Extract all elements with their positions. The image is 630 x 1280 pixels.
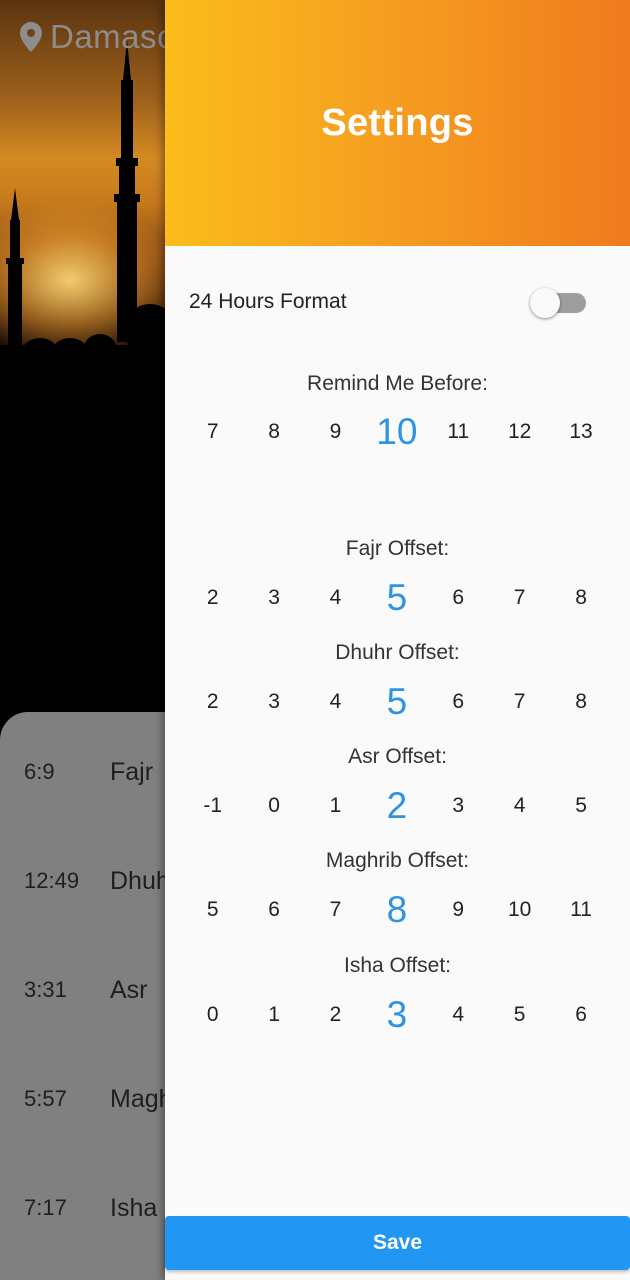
number-picker[interactable]: 0123456	[182, 995, 612, 1035]
picker-label: Asr Offset:	[348, 745, 447, 768]
picker-value[interactable]: 12	[489, 412, 550, 452]
picker-value[interactable]: 6	[243, 890, 304, 930]
number-picker[interactable]: 7 8 9 10 11 12 13	[182, 412, 612, 452]
number-picker[interactable]: -1 0 1 2 3 4 5	[182, 786, 612, 826]
picker-value[interactable]: 4	[305, 578, 366, 618]
mosque-silhouette	[0, 40, 170, 720]
location-pin-icon	[20, 22, 42, 52]
prayer-row-dhuhr: 12:49 Dhuhr	[24, 861, 178, 901]
picker-value[interactable]: -1	[182, 786, 243, 826]
picker-value[interactable]: 9	[305, 412, 366, 452]
prayer-time: 3:31	[24, 977, 67, 1002]
format-label: 24 Hours Format	[189, 290, 347, 313]
save-button[interactable]: Save	[165, 1216, 630, 1270]
picker-value[interactable]: 4	[489, 786, 550, 826]
picker-value[interactable]: 5	[489, 995, 550, 1035]
picker-value[interactable]: 3	[428, 786, 489, 826]
prayer-time: 7:17	[24, 1195, 67, 1220]
picker-value[interactable]: 2	[182, 682, 243, 722]
prayer-row-fajr: 6:9 Fajr	[24, 752, 153, 792]
picker-label: Fajr Offset:	[345, 537, 450, 560]
picker-value[interactable]: 4	[428, 995, 489, 1035]
picker-selected-value[interactable]: 8	[366, 890, 427, 930]
picker-label: Dhuhr Offset:	[335, 641, 460, 664]
prayer-row-isha: 7:17 Isha	[24, 1188, 157, 1228]
picker-value[interactable]: 7	[489, 578, 550, 618]
picker-value[interactable]: 5	[182, 890, 243, 930]
picker-value[interactable]: 2	[305, 995, 366, 1035]
picker-label: Maghrib Offset:	[325, 849, 470, 872]
picker-selected-value[interactable]: 3	[366, 995, 427, 1035]
picker-value[interactable]: 1	[305, 786, 366, 826]
picker-label: Remind Me Before:	[307, 372, 488, 395]
format-toggle[interactable]	[530, 288, 586, 318]
prayer-name: Asr	[110, 975, 148, 1004]
picker-label: Isha Offset:	[344, 954, 451, 977]
drawer-title: Settings	[321, 101, 474, 144]
number-picker[interactable]: 2345678	[182, 682, 612, 722]
number-picker[interactable]: 5 6 7 8 9 10 11	[182, 890, 612, 930]
picker-value[interactable]: 0	[182, 995, 243, 1035]
picker-value[interactable]: 8	[550, 578, 611, 618]
prayer-time: 5:57	[24, 1086, 67, 1111]
picker-value[interactable]: 0	[243, 786, 304, 826]
picker-value[interactable]: 6	[428, 578, 489, 618]
picker-value[interactable]: 6	[550, 995, 611, 1035]
picker-value[interactable]: 8	[243, 412, 304, 452]
number-picker[interactable]: 2345678	[182, 578, 612, 618]
prayer-name: Isha	[110, 1193, 158, 1222]
picker-value[interactable]: 3	[243, 682, 304, 722]
picker-value[interactable]: 5	[550, 786, 611, 826]
picker-value[interactable]: 11	[550, 890, 611, 930]
picker-selected-value[interactable]: 2	[366, 786, 427, 826]
picker-value[interactable]: 7	[182, 412, 243, 452]
picker-value[interactable]: 9	[428, 890, 489, 930]
picker-selected-value[interactable]: 5	[366, 578, 427, 618]
prayer-name: Fajr	[110, 757, 154, 786]
picker-value[interactable]: 4	[305, 682, 366, 722]
prayer-row-asr: 3:31 Asr	[24, 970, 148, 1010]
picker-value[interactable]: 6	[428, 682, 489, 722]
picker-value[interactable]: 8	[550, 682, 611, 722]
prayer-time: 12:49	[24, 868, 80, 893]
settings-drawer: Settings 24 Hours Format Remind Me Befor…	[165, 0, 630, 1280]
picker-value[interactable]: 3	[243, 578, 304, 618]
picker-value[interactable]: 11	[428, 412, 489, 452]
picker-value[interactable]: 7	[305, 890, 366, 930]
prayer-time: 6:9	[24, 759, 55, 784]
picker-value[interactable]: 1	[243, 995, 304, 1035]
picker-value[interactable]: 10	[489, 890, 550, 930]
picker-value[interactable]: 2	[182, 578, 243, 618]
picker-selected-value[interactable]: 5	[366, 682, 427, 722]
picker-value[interactable]: 7	[489, 682, 550, 722]
toggle-thumb	[530, 288, 560, 318]
picker-selected-value[interactable]: 10	[366, 412, 427, 452]
picker-value[interactable]: 13	[550, 412, 611, 452]
format-setting-row: 24 Hours Format	[189, 282, 589, 322]
drawer-header: Settings	[165, 0, 630, 246]
